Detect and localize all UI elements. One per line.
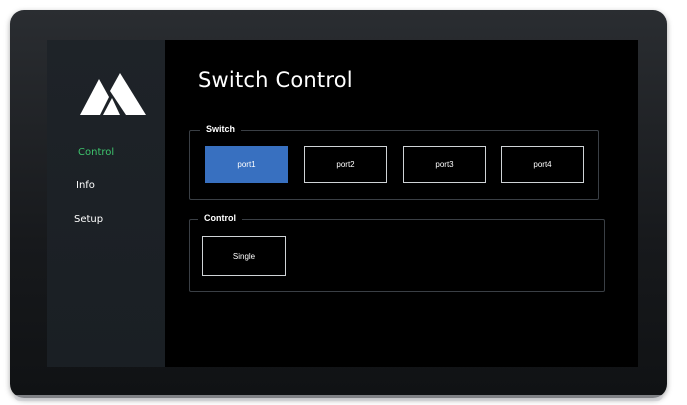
- port2-button[interactable]: port2: [304, 146, 387, 183]
- brand-logo-icon: [80, 73, 146, 115]
- sidebar: Control Info Setup: [47, 40, 165, 367]
- port1-button[interactable]: port1: [205, 146, 288, 183]
- touch-screen: Control Info Setup Switch Control Switch…: [47, 40, 638, 367]
- switch-group-legend: Switch: [200, 124, 242, 134]
- port4-button[interactable]: port4: [501, 146, 584, 183]
- control-group-legend: Control: [198, 213, 242, 223]
- main-panel: Switch Control Switch port1 port2 port3 …: [165, 40, 638, 367]
- sidebar-item-info[interactable]: Info: [76, 180, 95, 191]
- control-group: Control Single: [189, 213, 605, 292]
- sidebar-item-setup[interactable]: Setup: [74, 214, 103, 225]
- port3-button[interactable]: port3: [403, 146, 486, 183]
- tablet-bottom-edge: [14, 395, 663, 401]
- switch-group: Switch port1 port2 port3 port4: [189, 124, 599, 200]
- single-button[interactable]: Single: [202, 236, 286, 276]
- sidebar-item-control[interactable]: Control: [78, 147, 114, 158]
- page-title: Switch Control: [198, 68, 353, 92]
